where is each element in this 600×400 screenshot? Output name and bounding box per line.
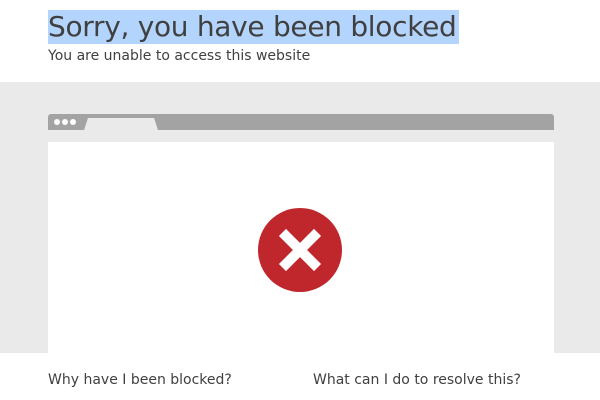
- block-page: Sorry, you have been blocked You are una…: [0, 0, 600, 400]
- page-title[interactable]: Sorry, you have been blocked: [48, 10, 459, 44]
- page-subtitle: You are unable to access this website: [48, 48, 311, 64]
- page-header: Sorry, you have been blocked You are una…: [0, 0, 600, 82]
- blocked-x-icon-graphic: [258, 208, 342, 292]
- browser-illustration-toolbar: [48, 114, 554, 130]
- blocked-x-icon: [258, 208, 342, 292]
- window-dot-icon: [54, 119, 60, 125]
- browser-tab-shape: [90, 118, 152, 130]
- why-blocked-heading: Why have I been blocked?: [48, 372, 232, 388]
- resolve-heading: What can I do to resolve this?: [313, 372, 521, 388]
- window-dot-icon: [62, 119, 68, 125]
- window-dot-icon: [70, 119, 76, 125]
